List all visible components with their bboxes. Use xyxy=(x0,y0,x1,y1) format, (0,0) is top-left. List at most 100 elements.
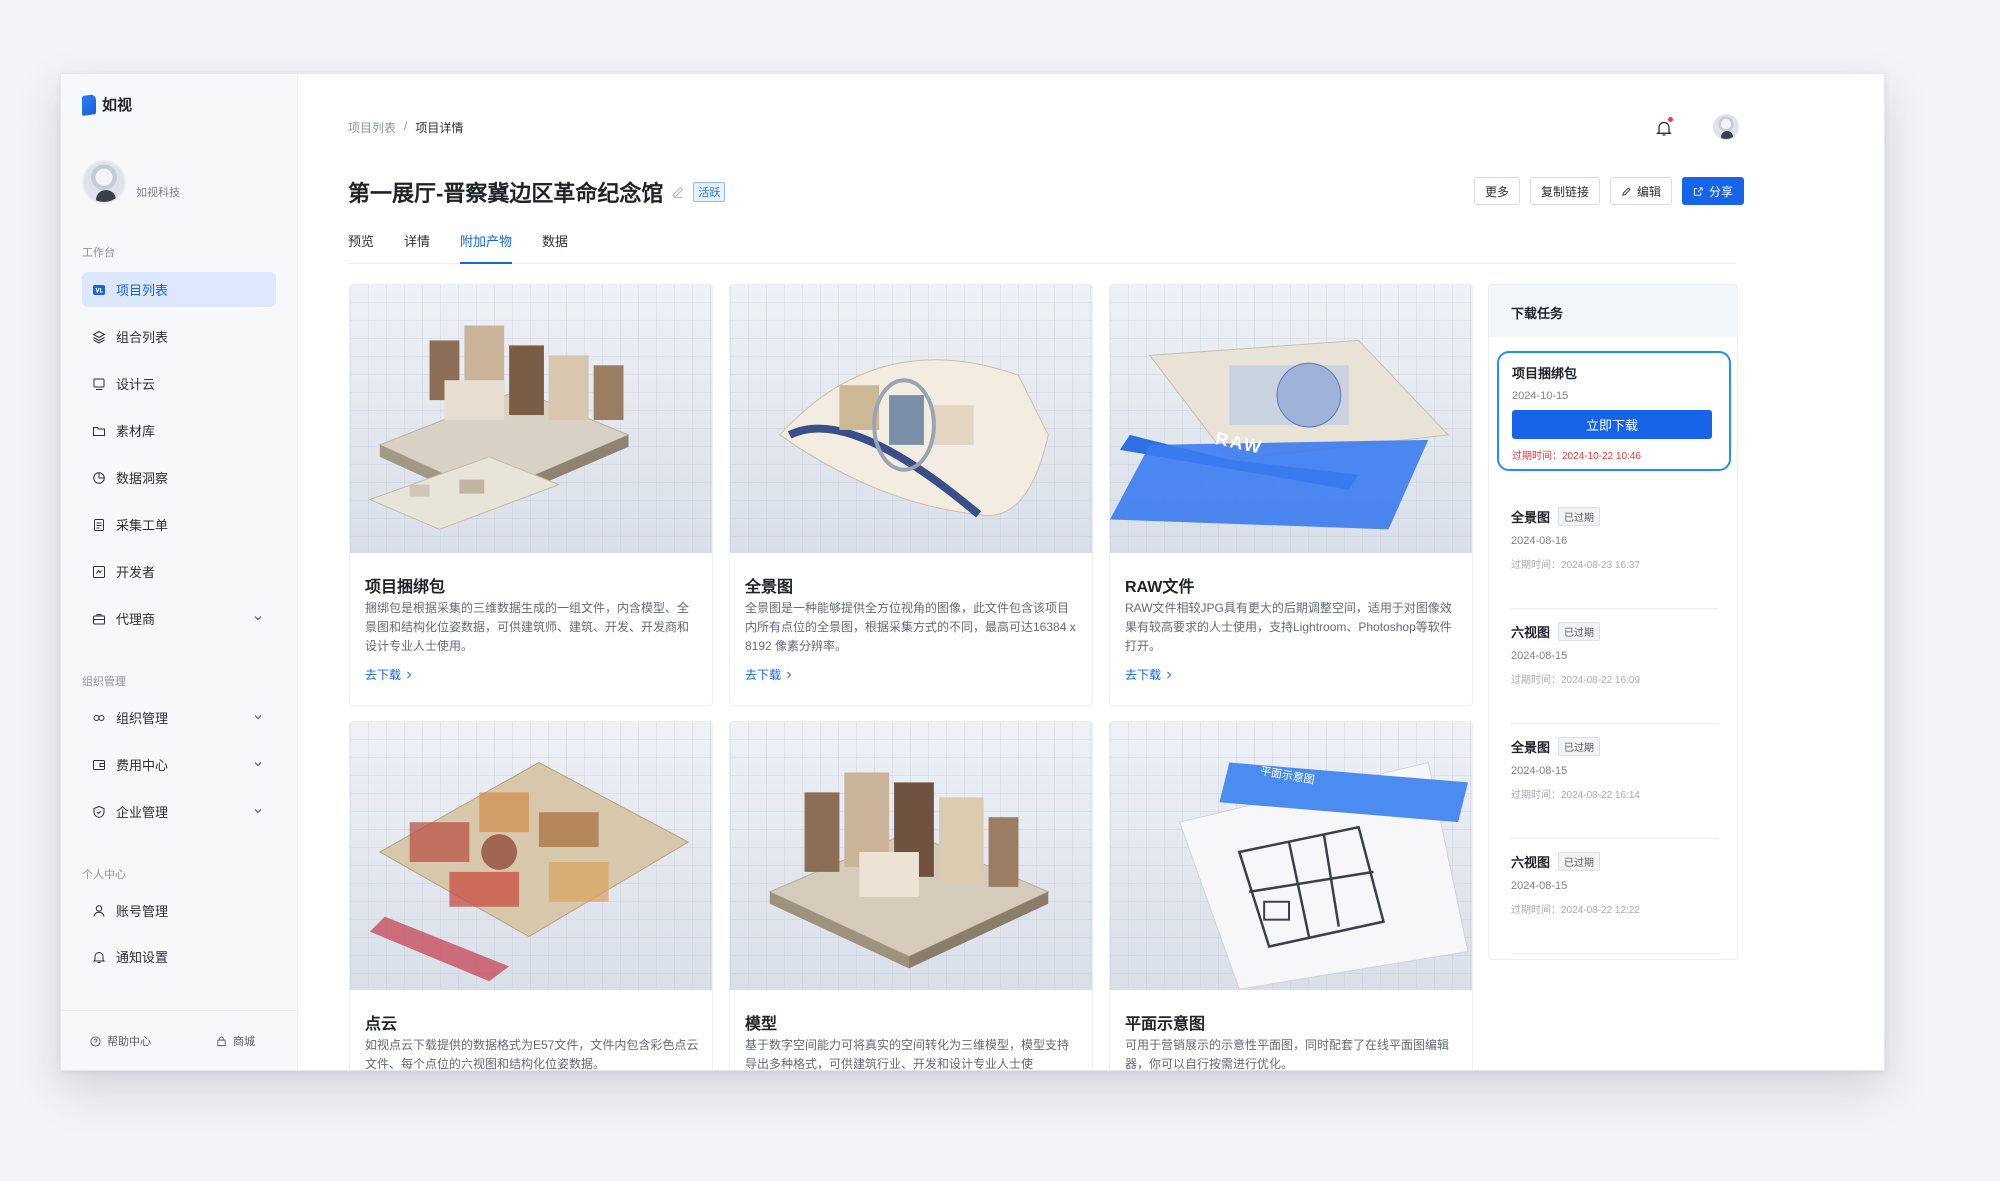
raw-thumbnail: RAW xyxy=(1110,285,1472,553)
sidebar-item-label: 素材库 xyxy=(116,424,156,439)
chevron-down-icon xyxy=(254,715,262,720)
pie-chart-icon xyxy=(92,471,106,485)
download-now-button[interactable]: 立即下载 xyxy=(1512,410,1712,439)
sidebar-item-org-management[interactable]: 组织管理 xyxy=(82,700,276,735)
bundle-thumbnail xyxy=(350,285,712,553)
page-title: 第一展厅-晋察冀边区革命纪念馆 xyxy=(348,181,664,206)
tab-addons[interactable]: 附加产物 xyxy=(460,232,513,264)
bell-icon xyxy=(92,950,106,964)
sidebar-item-collect-order[interactable]: 采集工单 xyxy=(82,507,276,542)
folder-icon xyxy=(92,424,106,438)
edit-title-icon[interactable] xyxy=(671,185,685,199)
help-icon xyxy=(90,1035,101,1047)
user-avatar[interactable] xyxy=(1713,114,1739,140)
sidebar-item-notification[interactable]: 通知设置 xyxy=(82,939,276,974)
title-row: 第一展厅-晋察冀边区革命纪念馆 活跃 xyxy=(348,176,726,208)
active-download-task[interactable]: 项目捆绑包 2024-10-15 立即下载 过期时间：2024-10-22 10… xyxy=(1497,351,1731,471)
product-card-raw[interactable]: RAW RAW文件 RAW文件相较JPG具有更大的后期调整空间，适用于对图像效果… xyxy=(1109,284,1473,706)
expired-tag: 已过期 xyxy=(1558,622,1601,641)
more-button[interactable]: 更多 xyxy=(1473,177,1520,205)
sidebar-item-project-list[interactable]: 项目列表 xyxy=(82,272,276,307)
task-expiry: 过期时间：2024-08-22 12:22 xyxy=(1511,905,1640,916)
card-description: RAW文件相较JPG具有更大的后期调整空间，适用于对图像效果有较高要求的人士使用… xyxy=(1125,601,1452,653)
task-expiry: 过期时间：2024-08-22 16:14 xyxy=(1511,790,1640,801)
sidebar-item-label: 通知设置 xyxy=(116,950,169,965)
panel-title: 下载任务 xyxy=(1489,285,1737,337)
wallet-icon xyxy=(92,758,106,772)
product-card-bundle[interactable]: 项目捆绑包 捆绑包是根据采集的三维数据生成的一组文件，内含模型、全景图和结构化位… xyxy=(349,284,713,706)
status-badge: 活跃 xyxy=(693,182,726,202)
floorplan-thumbnail: 平面示意图 xyxy=(1110,722,1472,990)
product-card-panorama[interactable]: 全景图 全景图是一种能够提供全方位视角的图像，此文件包含该项目内所有点位的全景图… xyxy=(729,284,1093,706)
download-link[interactable]: 去下载 xyxy=(365,666,413,683)
card-title: 模型 xyxy=(745,1016,778,1033)
download-task-item[interactable]: 全景图 已过期 2024-08-15 过期时间：2024-08-22 16:14 xyxy=(1511,737,1719,839)
sidebar-item-account[interactable]: 账号管理 xyxy=(82,893,276,928)
sidebar-item-combo-list[interactable]: 组合列表 xyxy=(82,319,276,354)
edit-button[interactable]: 编辑 xyxy=(1609,177,1672,205)
edit-label: 编辑 xyxy=(1636,184,1661,199)
sidebar-item-material-library[interactable]: 素材库 xyxy=(82,413,276,448)
monitor-icon xyxy=(92,377,106,391)
download-task-item[interactable]: 六视图 已过期 2024-08-15 过期时间：2024-08-22 16:09 xyxy=(1511,622,1719,724)
sidebar-item-design-cloud[interactable]: 设计云 xyxy=(82,366,276,401)
group-title-org: 组织管理 xyxy=(82,676,126,688)
sidebar-item-enterprise[interactable]: 企业管理 xyxy=(82,794,276,829)
chevron-down-icon xyxy=(254,809,262,814)
store-link[interactable]: 商城 xyxy=(216,1033,255,1049)
sidebar-item-data-insight[interactable]: 数据洞察 xyxy=(82,460,276,495)
help-center-label: 帮助中心 xyxy=(107,1036,151,1048)
tab-data[interactable]: 数据 xyxy=(542,232,568,264)
sidebar-item-agent[interactable]: 代理商 xyxy=(82,601,276,636)
card-title: 全景图 xyxy=(745,579,794,596)
tab-bar: 预览 详情 附加产物 数据 xyxy=(348,232,1736,264)
sidebar-item-label: 企业管理 xyxy=(116,805,169,820)
sidebar-item-developer[interactable]: 开发者 xyxy=(82,554,276,589)
avatar[interactable] xyxy=(82,160,126,204)
document-icon xyxy=(92,518,106,532)
tab-details[interactable]: 详情 xyxy=(404,232,430,264)
share-button[interactable]: 分享 xyxy=(1681,177,1744,205)
org-name: 如视科技 xyxy=(136,187,180,199)
task-expiry: 过期时间：2024-08-23 16:37 xyxy=(1511,560,1640,571)
task-date: 2024-08-15 xyxy=(1511,765,1568,777)
sidebar-item-label: 设计云 xyxy=(116,377,156,392)
expired-tag: 已过期 xyxy=(1558,507,1601,526)
more-label: 更多 xyxy=(1484,184,1509,199)
download-link[interactable]: 去下载 xyxy=(1125,666,1173,683)
app-window: 如视 如视科技 工作台 项目列表 组合列表 设计云 素材库 数据洞察 采集工单 … xyxy=(60,73,1885,1071)
product-card-floorplan[interactable]: 平面示意图 平面示意图 可用于营销展示的示意性平面图，同时配套了在线平面图编辑器… xyxy=(1109,721,1473,1070)
layers-icon xyxy=(92,330,106,344)
download-link[interactable]: 去下载 xyxy=(745,666,793,683)
download-link-label: 去下载 xyxy=(1125,668,1162,682)
breadcrumb-separator: / xyxy=(404,119,408,133)
expired-tag: 已过期 xyxy=(1558,852,1601,871)
product-card-pointcloud[interactable]: 点云 如视点云下载提供的数据格式为E57文件，文件内包含彩色点云文件、每个点位的… xyxy=(349,721,713,1071)
help-center-link[interactable]: 帮助中心 xyxy=(90,1033,151,1049)
download-link-label: 去下载 xyxy=(365,668,402,682)
model-thumbnail xyxy=(730,722,1092,990)
download-task-item[interactable]: 六视图 已过期 2024-08-15 过期时间：2024-08-22 12:22 xyxy=(1511,852,1719,954)
chevron-right-icon xyxy=(1167,671,1172,678)
product-card-model[interactable]: 模型 基于数字空间能力可将真实的空间转化为三维模型，模型支持导出多种格式，可供建… xyxy=(729,721,1093,1070)
notification-button[interactable] xyxy=(1654,117,1674,138)
tab-preview[interactable]: 预览 xyxy=(348,232,374,264)
sidebar-item-billing[interactable]: 费用中心 xyxy=(82,747,276,782)
share-label: 分享 xyxy=(1708,184,1733,199)
download-task-item[interactable]: 全景图 已过期 2024-08-16 过期时间：2024-08-23 16:37 xyxy=(1511,507,1719,609)
breadcrumb-parent[interactable]: 项目列表 xyxy=(348,119,396,136)
copy-link-button[interactable]: 复制链接 xyxy=(1529,177,1600,205)
task-date: 2024-10-15 xyxy=(1512,390,1569,402)
task-name: 六视图 xyxy=(1511,625,1551,640)
download-tasks-panel: 下载任务 项目捆绑包 2024-10-15 立即下载 过期时间：2024-10-… xyxy=(1488,284,1738,960)
card-title: 项目捆绑包 xyxy=(365,579,446,596)
sidebar-item-label: 组织管理 xyxy=(116,711,169,726)
project-list-icon xyxy=(92,283,106,297)
user-icon xyxy=(92,904,106,918)
expired-tag: 已过期 xyxy=(1558,737,1601,756)
app-logo[interactable]: 如视 xyxy=(82,93,132,116)
card-title: 点云 xyxy=(365,1016,398,1033)
user-profile[interactable]: 如视科技 xyxy=(82,160,180,204)
chevron-down-icon xyxy=(254,762,262,767)
card-description: 如视点云下载提供的数据格式为E57文件，文件内包含彩色点云文件、每个点位的六视图… xyxy=(365,1038,699,1071)
